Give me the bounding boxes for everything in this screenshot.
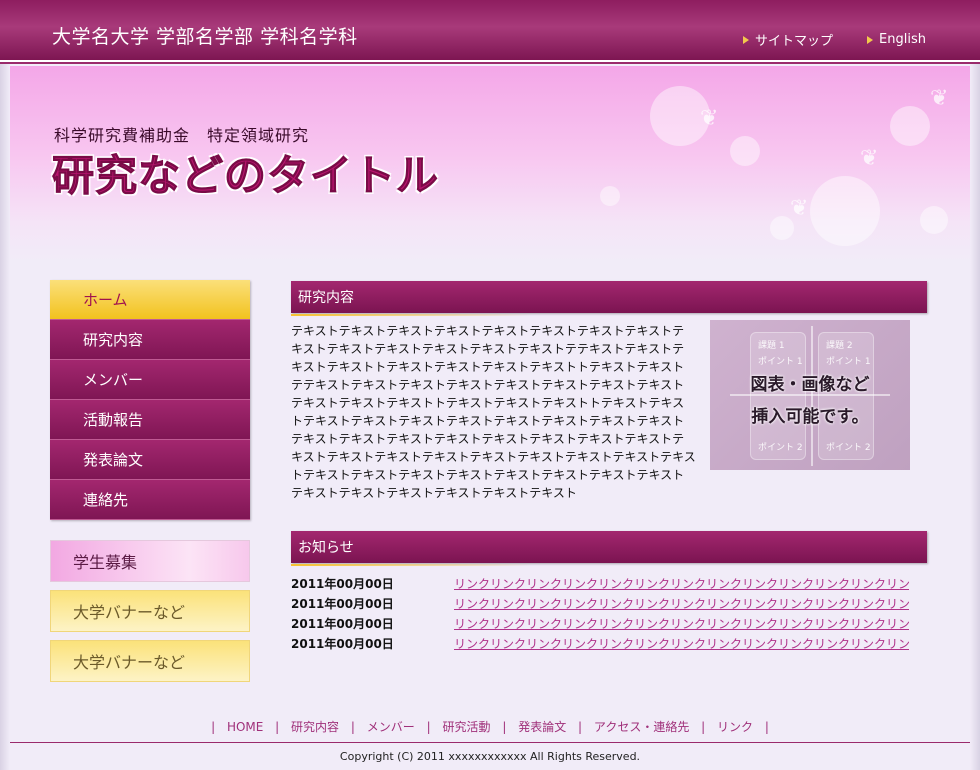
- news-link[interactable]: リンクリンクリンクリンクリンクリンクリンクリンクリンクリンクリンクリンクリンクリ…: [454, 635, 909, 652]
- butterfly-icon: ❦: [860, 146, 879, 171]
- copyright: Copyright (C) 2011 xxxxxxxxxxxx All Righ…: [339, 750, 641, 763]
- triangle-bullet-icon: [867, 35, 874, 44]
- list-item: 2011年00月00日 リンクリンクリンクリンクリンクリンクリンクリンクリンクリ…: [291, 573, 911, 593]
- bokeh-decoration: [600, 186, 620, 206]
- list-item: 2011年00月00日 リンクリンクリンクリンクリンクリンクリンクリンクリンクリ…: [291, 593, 911, 613]
- news-link[interactable]: リンクリンクリンクリンクリンクリンクリンクリンクリンクリンクリンクリンクリンクリ…: [454, 595, 909, 612]
- butterfly-icon: ❦: [700, 106, 719, 131]
- footer-link-papers[interactable]: 発表論文: [518, 720, 566, 734]
- figure-point-2: ポイント 2: [826, 443, 871, 453]
- figure-placeholder: 課題 1 課題 2 ポイント 1 ポイント 1 ポイント 2 ポイント 2 図表…: [710, 320, 910, 470]
- figure-point-2: ポイント 2: [758, 443, 803, 453]
- sidebar-item-contact[interactable]: 連絡先: [50, 480, 250, 520]
- figure-box-1-label: 課題 1: [758, 341, 785, 351]
- footer-link-access[interactable]: アクセス・連絡先: [594, 720, 689, 734]
- top-bar: 大学名大学 学部名学部 学科名学科 サイトマップ English: [0, 0, 980, 64]
- header-banner: ❦ ❦ ❦ ❦ 科学研究費補助金 特定領域研究 研究などのタイトル: [10, 66, 970, 262]
- news-link[interactable]: リンクリンクリンクリンクリンクリンクリンクリンクリンクリンクリンクリンクリンクリ…: [454, 615, 909, 632]
- news-link[interactable]: リンクリンクリンクリンクリンクリンクリンクリンクリンクリンクリンクリンクリンクリ…: [454, 575, 909, 592]
- university-name: 大学名大学 学部名学部 学科名学科: [52, 26, 358, 48]
- sidebar-nav: ホーム 研究内容 メンバー 活動報告 発表論文 連絡先: [50, 280, 250, 520]
- footer-link-home[interactable]: HOME: [227, 720, 263, 734]
- right-shadow: [970, 62, 980, 770]
- figure-box-2-label: 課題 2: [826, 341, 853, 351]
- news-date: 2011年00月00日: [291, 596, 394, 611]
- footer-separator: |: [701, 720, 706, 734]
- student-recruit-banner[interactable]: 学生募集: [50, 540, 250, 582]
- list-item: 2011年00月00日 リンクリンクリンクリンクリンクリンクリンクリンクリンクリ…: [291, 613, 911, 633]
- sidebar-item-activities[interactable]: 活動報告: [50, 400, 250, 440]
- english-label: English: [879, 32, 926, 47]
- page: 大学名大学 学部名学部 学科名学科 サイトマップ English ❦ ❦ ❦ ❦…: [0, 0, 980, 770]
- triangle-bullet-icon: [743, 35, 750, 44]
- research-heading: 研究内容: [291, 281, 927, 316]
- butterfly-icon: ❦: [790, 196, 809, 221]
- bokeh-decoration: [730, 136, 760, 166]
- sidebar-item-members[interactable]: メンバー: [50, 360, 250, 400]
- bokeh-decoration: [920, 206, 948, 234]
- english-link[interactable]: English: [867, 30, 926, 49]
- banner-title: 研究などのタイトル: [51, 151, 440, 201]
- footer-separator: |: [350, 720, 355, 734]
- footer-divider: [10, 742, 970, 743]
- figure-caption-line2: 挿入可能です。: [751, 407, 869, 427]
- figure-point-1: ポイント 1: [826, 357, 871, 367]
- news-heading-label: お知らせ: [298, 540, 354, 556]
- figure-axis-vertical: [811, 326, 813, 466]
- figure-caption-line1: 図表・画像など: [750, 375, 870, 395]
- footer-link-links[interactable]: リンク: [717, 720, 753, 734]
- butterfly-icon: ❦: [930, 86, 949, 111]
- research-text: テキストテキストテキストテキストテキストテキストテキストテキストテキストテキスト…: [291, 324, 696, 500]
- footer-nav: | HOME | 研究内容 | メンバー | 研究活動 | 発表論文 | アクセ…: [0, 718, 980, 735]
- footer-separator: |: [426, 720, 431, 734]
- news-heading: お知らせ: [291, 531, 927, 566]
- sidebar-item-papers[interactable]: 発表論文: [50, 440, 250, 480]
- top-links: サイトマップ English: [743, 30, 926, 49]
- footer-separator: |: [502, 720, 507, 734]
- news-date: 2011年00月00日: [291, 636, 394, 651]
- list-item: 2011年00月00日 リンクリンクリンクリンクリンクリンクリンクリンクリンクリ…: [291, 633, 911, 653]
- footer-separator: |: [275, 720, 280, 734]
- news-date: 2011年00月00日: [291, 616, 394, 631]
- figure-point-1: ポイント 1: [758, 357, 803, 367]
- news-date: 2011年00月00日: [291, 576, 394, 591]
- university-banner-2[interactable]: 大学バナーなど: [50, 640, 250, 682]
- footer-separator: |: [578, 720, 583, 734]
- bokeh-decoration: [890, 106, 930, 146]
- footer-separator: |: [764, 720, 769, 734]
- sitemap-link[interactable]: サイトマップ: [743, 30, 833, 49]
- footer-link-research[interactable]: 研究内容: [291, 720, 339, 734]
- bokeh-decoration: [810, 176, 880, 246]
- sidebar-item-home[interactable]: ホーム: [50, 280, 250, 320]
- footer-link-members[interactable]: メンバー: [367, 720, 415, 734]
- footer-link-activities[interactable]: 研究活動: [442, 720, 490, 734]
- footer-separator: |: [211, 720, 216, 734]
- sitemap-label: サイトマップ: [755, 34, 834, 49]
- left-shadow: [0, 62, 10, 770]
- university-banner-1[interactable]: 大学バナーなど: [50, 590, 250, 632]
- sidebar-item-research[interactable]: 研究内容: [50, 320, 250, 360]
- news-list: 2011年00月00日 リンクリンクリンクリンクリンクリンクリンクリンクリンクリ…: [291, 573, 911, 653]
- research-heading-label: 研究内容: [298, 290, 354, 306]
